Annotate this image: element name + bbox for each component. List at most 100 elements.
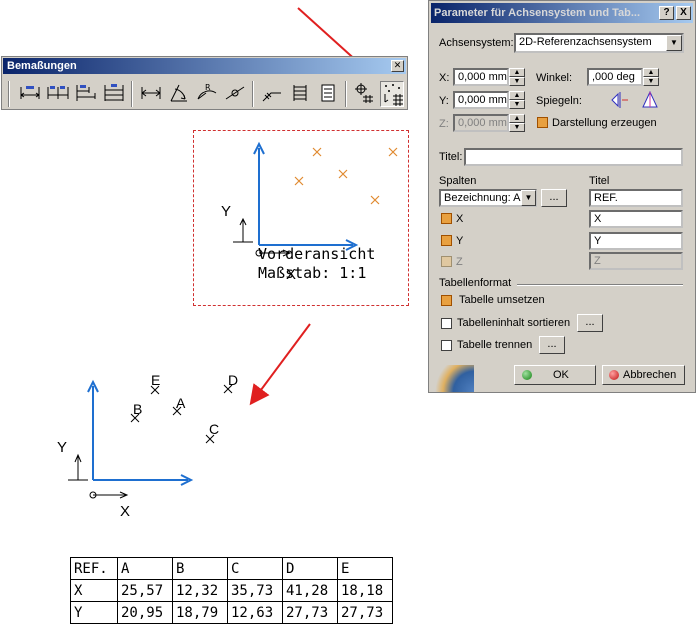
table-row: Y 20,95 18,79 12,63 27,73 27,73	[70, 601, 393, 624]
mirror-label: Spiegeln:	[536, 95, 582, 107]
title-field[interactable]	[464, 148, 683, 166]
column-title-header: Titel	[589, 175, 610, 187]
create-representation-label: Darstellung erzeugen	[552, 117, 657, 129]
view-name-text: Vorderansicht	[258, 245, 376, 263]
arrow-to-result	[249, 323, 311, 406]
x-title-field[interactable]: X	[589, 210, 683, 228]
table-cell: 18,18	[337, 579, 393, 602]
axis-system-value: 2D-Referenzachsensystem	[519, 36, 652, 48]
point-label-d: D	[228, 372, 239, 388]
close-button[interactable]: X	[676, 6, 691, 20]
y-field[interactable]: 0,000 mm	[453, 91, 509, 109]
title-label: Titel:	[439, 151, 463, 163]
red-light-icon	[609, 370, 619, 380]
table-cell: D	[282, 557, 338, 580]
point-label-c: C	[209, 421, 220, 437]
table-cell: Y	[70, 601, 118, 624]
dimension-icon[interactable]	[18, 81, 42, 107]
ok-button[interactable]: OK	[514, 365, 596, 385]
toolbar-close-button[interactable]: ✕	[391, 60, 404, 72]
z-column-checkbox[interactable]	[441, 256, 452, 267]
sort-table-label: Tabelleninhalt sortieren	[457, 317, 571, 329]
y-title-field[interactable]: Y	[589, 232, 683, 250]
transpose-table-checkbox[interactable]	[441, 295, 452, 306]
thread-dimension-icon[interactable]	[288, 81, 312, 107]
split-table-checkbox[interactable]	[441, 340, 452, 351]
column-options-button[interactable]: ...	[541, 189, 567, 207]
y-spinner[interactable]: ▲ ▼	[509, 91, 525, 109]
table-cell: B	[172, 557, 228, 580]
table-row: REF. A B C D E	[70, 557, 393, 580]
x-column-checkbox[interactable]	[441, 213, 452, 224]
result-axis-y-label: Y	[57, 439, 68, 456]
table-cell: 12,63	[227, 601, 283, 624]
toolbar-title: Bemaßungen	[3, 58, 406, 74]
result-axis-x-label: X	[120, 503, 131, 520]
point-label-a: A	[176, 395, 186, 411]
x-spinner[interactable]: ▲ ▼	[509, 68, 525, 86]
table-cell: 41,28	[282, 579, 338, 602]
table-cell: 25,57	[117, 579, 173, 602]
table-cell: 12,32	[172, 579, 228, 602]
y-column-checkbox[interactable]	[441, 235, 452, 246]
cancel-button[interactable]: Abbrechen	[602, 365, 685, 385]
columns-label: Spalten	[439, 175, 477, 187]
mirror-horizontal-icon[interactable]	[610, 90, 630, 110]
chevron-down-icon[interactable]: ▼	[666, 35, 682, 51]
angle-label: Winkel:	[536, 72, 573, 84]
radius-dimension-icon[interactable]: R	[195, 81, 219, 107]
dialog-title: Parameter für Achsensystem und Tab...	[431, 3, 693, 23]
coordinate-dimension-icon[interactable]	[316, 81, 340, 107]
angle-dimension-icon[interactable]	[167, 81, 191, 107]
angle-spinner[interactable]: ▲ ▼	[643, 68, 659, 86]
table-row: X 25,57 12,32 35,73 41,28 18,18	[70, 579, 393, 602]
toolbar-grip[interactable]	[8, 81, 10, 107]
view-axis-y-label: Y	[221, 203, 232, 220]
z-field[interactable]: 0,000 mm	[453, 114, 509, 132]
table-cell: 18,79	[172, 601, 228, 624]
point-coordinate-table: REF. A B C D E X 25,57 12,32 35,73 41,28…	[70, 557, 393, 624]
help-button[interactable]: ?	[659, 6, 674, 20]
catia-logo	[430, 365, 474, 392]
table-format-label: Tabellenformat	[439, 277, 512, 289]
table-cell: 27,73	[337, 601, 393, 624]
group-divider	[517, 284, 683, 286]
axis-system-select[interactable]: 2D-Referenzachsensystem	[514, 33, 684, 53]
table-cell: X	[70, 579, 118, 602]
green-light-icon	[522, 370, 532, 380]
point-label-b: B	[133, 401, 143, 417]
mirror-vertical-icon[interactable]	[640, 90, 660, 110]
length-distance-icon[interactable]	[139, 81, 163, 107]
z-spinner[interactable]: ▲ ▼	[509, 114, 525, 132]
ref-title-field[interactable]: REF.	[589, 189, 683, 207]
sort-options-button[interactable]: ...	[577, 314, 603, 332]
view-scale-text: Maßstab: 1:1	[258, 264, 367, 282]
cumulated-dimension-icon[interactable]	[74, 81, 98, 107]
angle-field[interactable]: ,000 deg	[587, 68, 643, 86]
z-column-label: Z	[456, 256, 463, 268]
z-title-field[interactable]: Z	[589, 252, 683, 270]
point-coordinate-table-icon[interactable]	[380, 81, 404, 107]
cancel-label: Abbrechen	[623, 369, 677, 381]
y-label: Y:	[439, 95, 449, 107]
table-cell: E	[337, 557, 393, 580]
sort-table-checkbox[interactable]	[441, 318, 452, 329]
table-cell: 20,95	[117, 601, 173, 624]
chamfer-dimension-icon[interactable]	[260, 81, 284, 107]
create-representation-checkbox[interactable]	[537, 117, 548, 128]
split-options-button[interactable]: ...	[539, 336, 565, 354]
diameter-dimension-icon[interactable]	[223, 81, 247, 107]
point-label-e: E	[151, 372, 161, 388]
hole-dimension-table-icon[interactable]	[351, 81, 375, 107]
chevron-down-icon[interactable]: ▼	[521, 190, 536, 206]
table-cell: REF.	[70, 557, 118, 580]
y-column-label: Y	[456, 235, 464, 247]
x-field[interactable]: 0,000 mm	[453, 68, 509, 86]
stacked-dimension-icon[interactable]	[102, 81, 126, 107]
chained-dimension-icon[interactable]	[46, 81, 70, 107]
table-cell: 27,73	[282, 601, 338, 624]
dimension-toolbar: Bemaßungen ✕ R	[1, 56, 408, 110]
column-select-value: Bezeichnung: A,	[444, 192, 524, 204]
x-label: X:	[439, 72, 450, 84]
table-cell: 35,73	[227, 579, 283, 602]
